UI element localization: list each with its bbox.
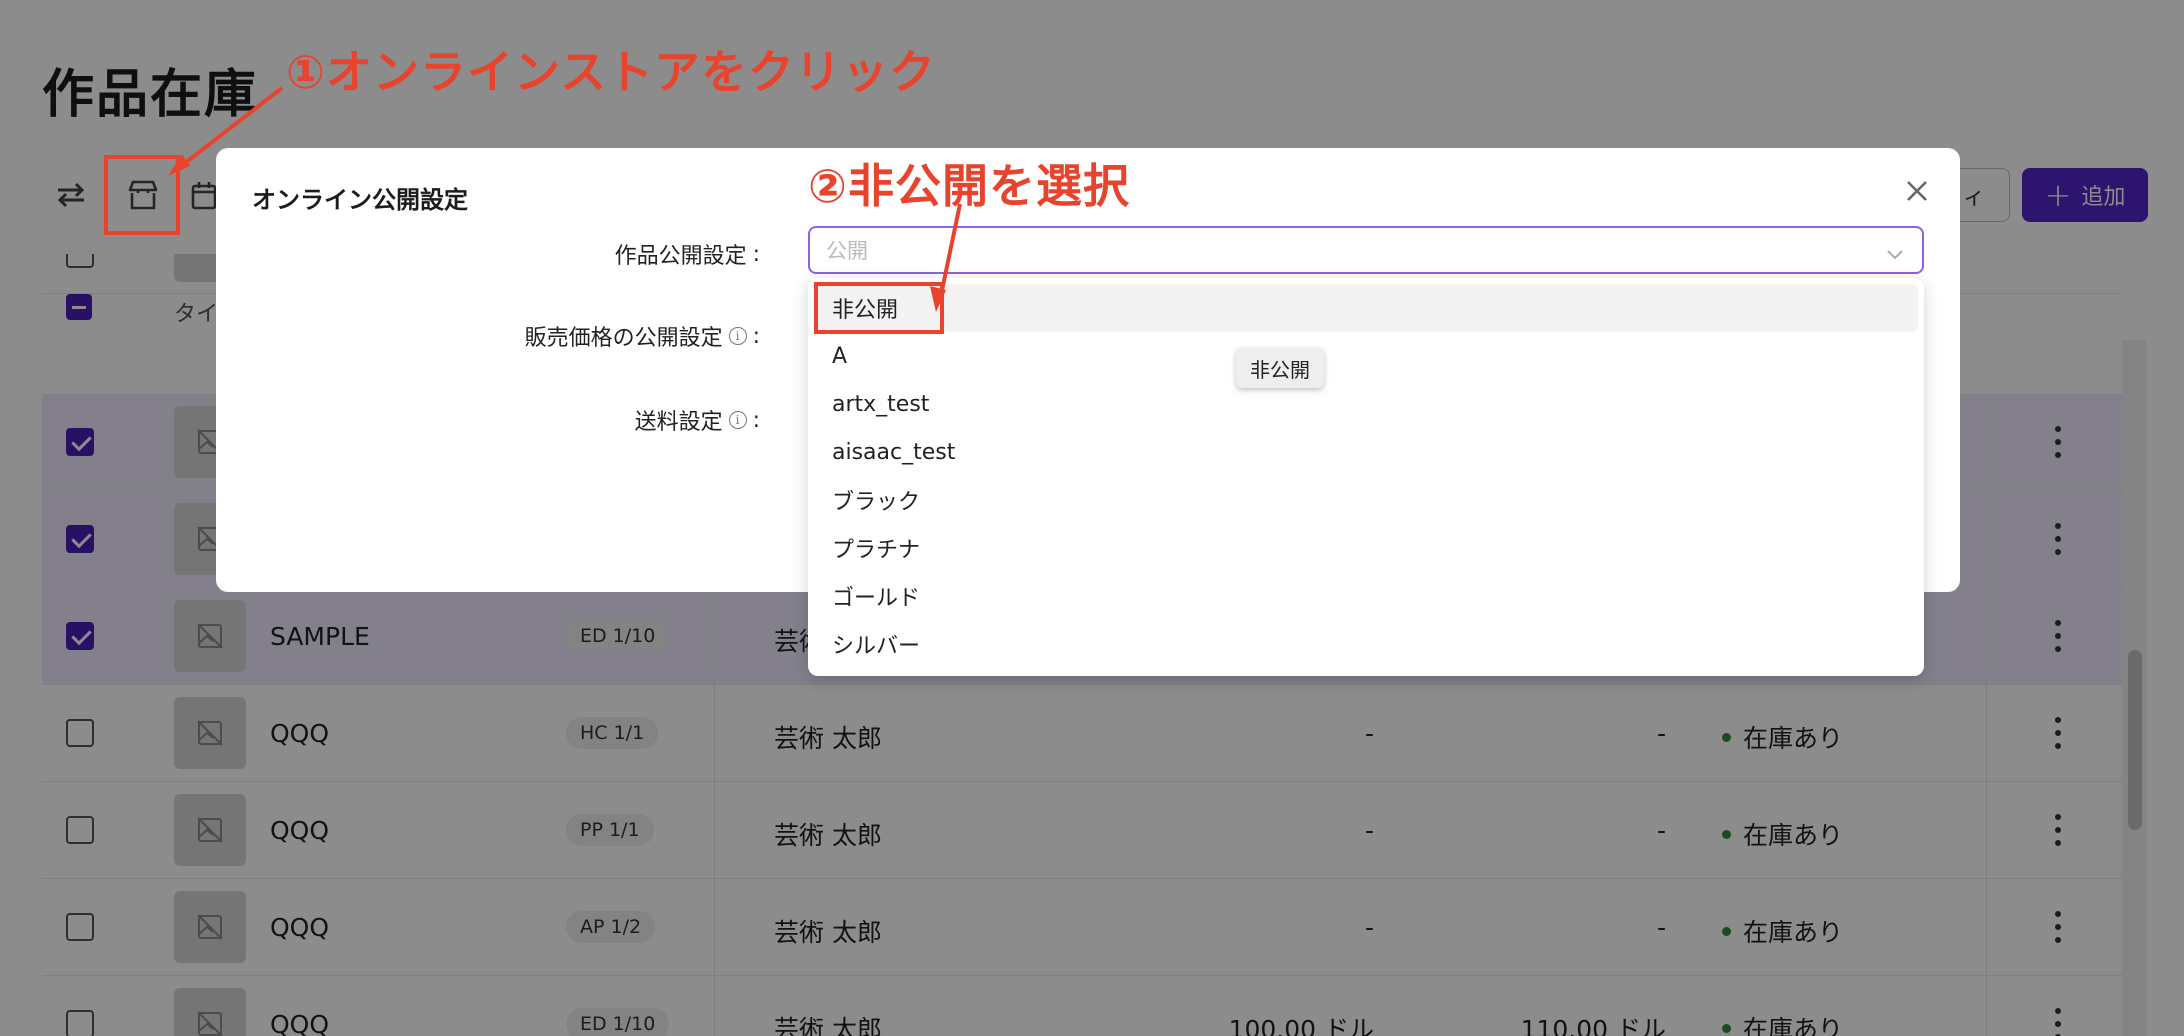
annotation-arrows	[168, 86, 962, 312]
